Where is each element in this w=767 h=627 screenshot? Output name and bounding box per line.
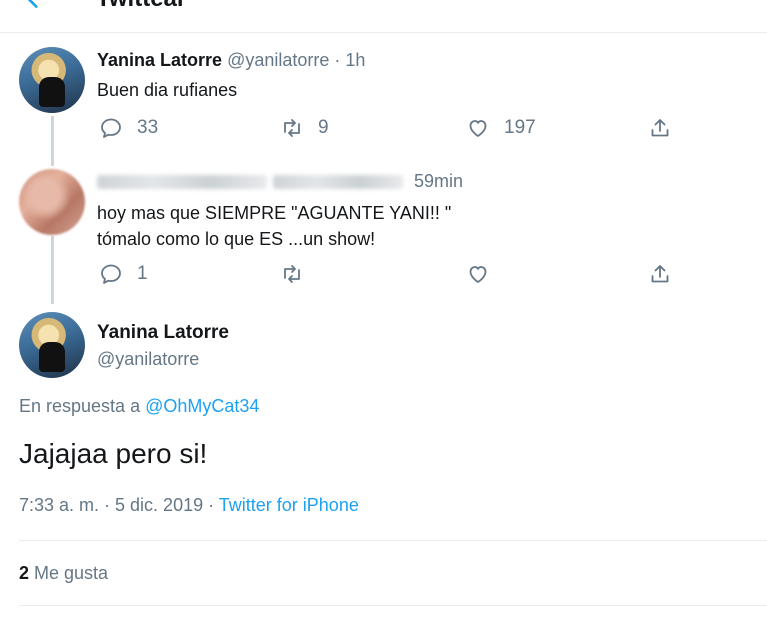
like-count: 197 xyxy=(504,117,536,138)
like-button[interactable] xyxy=(466,262,504,286)
tweet-source-link[interactable]: Twitter for iPhone xyxy=(219,495,359,515)
tweet-header: Yanina Latorre @yanilatorre · 1h xyxy=(97,50,365,71)
reply-icon xyxy=(101,264,121,284)
retweet-button[interactable] xyxy=(280,262,318,286)
likes-count: 2 xyxy=(19,563,30,583)
reply-prefix: En respuesta a xyxy=(19,396,146,416)
blurred-author-handle xyxy=(273,175,403,190)
avatar[interactable] xyxy=(19,169,85,235)
retweet-count: 9 xyxy=(318,117,329,138)
tweet-header: 59min xyxy=(97,171,463,192)
divider xyxy=(19,540,767,541)
retweet-icon xyxy=(284,265,300,283)
tweet-timestamp[interactable]: 7:33 a. m. · 5 dic. 2019 · xyxy=(19,495,219,515)
tweet-text: Jajajaa pero si! xyxy=(19,438,208,469)
blurred-author-name xyxy=(97,175,267,190)
author-name[interactable]: Yanina Latorre xyxy=(97,322,229,344)
reply-count: 33 xyxy=(137,117,159,138)
likes-summary[interactable]: 2 Me gusta xyxy=(19,563,108,584)
reply-count: 1 xyxy=(137,263,148,284)
share-button[interactable] xyxy=(648,262,672,286)
tweet-text-line: hoy mas que SIEMPRE "AGUANTE YANI!! " xyxy=(97,203,452,223)
tweet-time[interactable]: · 1h xyxy=(329,50,365,70)
page-title: Twittear xyxy=(96,0,186,12)
tweet-text-line: tómalo como lo que ES ...un show! xyxy=(97,229,376,249)
reply-button[interactable]: 1 xyxy=(99,262,148,286)
retweet-icon xyxy=(284,119,300,137)
share-icon xyxy=(651,265,669,283)
retweet-button[interactable]: 9 xyxy=(280,116,329,140)
reply-context: En respuesta a @OhMyCat34 xyxy=(19,396,259,417)
tweet-meta: 7:33 a. m. · 5 dic. 2019 · Twitter for i… xyxy=(19,495,359,516)
avatar[interactable] xyxy=(19,312,85,378)
reply-button[interactable]: 33 xyxy=(99,116,158,140)
author-name[interactable]: Yanina Latorre xyxy=(97,50,222,70)
likes-label: Me gusta xyxy=(29,563,109,583)
author-handle[interactable]: @yanilatorre xyxy=(227,50,329,70)
heart-icon xyxy=(469,266,487,283)
author-handle[interactable]: @yanilatorre xyxy=(97,349,199,370)
thread-line xyxy=(51,116,54,166)
thread-line xyxy=(51,236,54,304)
back-arrow-icon[interactable] xyxy=(20,0,46,12)
like-button[interactable]: 197 xyxy=(466,116,536,140)
reply-icon xyxy=(101,118,121,138)
share-icon xyxy=(651,119,669,137)
tweet-time[interactable]: 59min xyxy=(414,171,463,191)
share-button[interactable] xyxy=(648,116,672,140)
heart-icon xyxy=(469,120,487,137)
tweet-text: Buen dia rufianes xyxy=(97,80,238,100)
avatar[interactable] xyxy=(19,47,85,113)
divider xyxy=(19,605,767,606)
top-bar: Twittear xyxy=(0,0,767,33)
reply-to-link[interactable]: @OhMyCat34 xyxy=(145,396,259,416)
